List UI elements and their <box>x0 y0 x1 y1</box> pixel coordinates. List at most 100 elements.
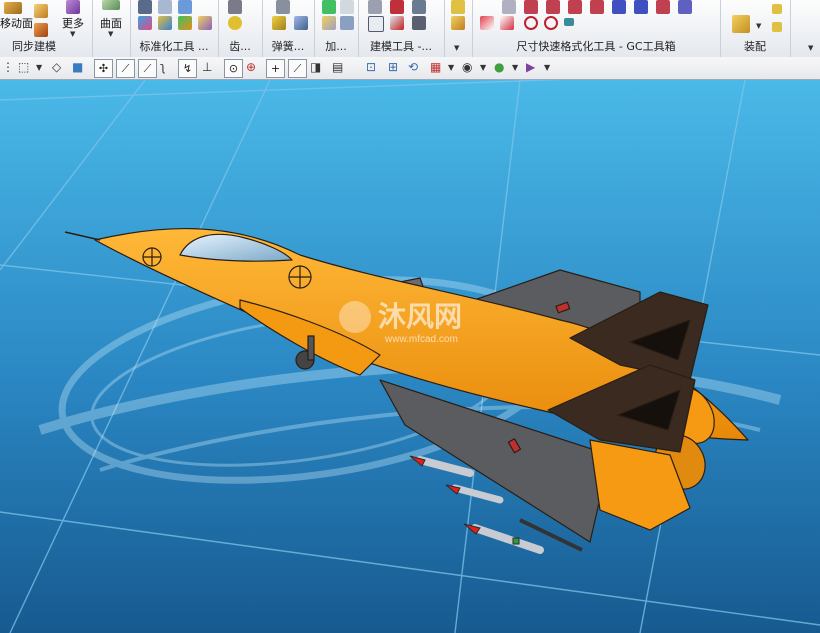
snap-center-icon[interactable]: ⊙ <box>224 59 243 78</box>
snap-perpendicular-icon[interactable]: ⊥ <box>202 60 212 74</box>
ribbon-group-dim: 尺寸快速格式化工具 - GC工具箱 <box>472 0 721 57</box>
std-tool-icon-1[interactable] <box>138 0 152 14</box>
move-face-button[interactable]: 移动面 <box>0 15 33 31</box>
diameter-icon[interactable] <box>524 16 538 30</box>
gear-shape-icon[interactable] <box>228 16 242 30</box>
render-style-icon[interactable]: ◉ <box>462 60 472 74</box>
std-tool-icon-4[interactable] <box>138 16 152 30</box>
std-tool-icon-6[interactable] <box>178 16 192 30</box>
gear-tool-icon[interactable] <box>228 0 242 14</box>
snap-intersect-icon[interactable]: ↯ <box>178 59 197 78</box>
select-solid-icon[interactable]: ■ <box>72 60 83 74</box>
add-icon-2[interactable] <box>340 0 354 14</box>
dim-icon-2[interactable] <box>524 0 538 14</box>
fit-view-icon[interactable]: ⊡ <box>366 60 376 74</box>
add-icon-3[interactable] <box>322 16 336 30</box>
replace-face-icon[interactable] <box>34 23 48 37</box>
dim-icon-4[interactable] <box>568 0 582 14</box>
work-layer-icon[interactable]: ▶ <box>526 60 535 74</box>
spring-icon-2[interactable] <box>272 16 286 30</box>
assembly-icon-3[interactable] <box>772 22 782 32</box>
rotate-view-icon[interactable]: ⟲ <box>408 60 418 74</box>
std-tool-icon-7[interactable] <box>198 16 212 30</box>
ribbon-group-build: 建模工具 -... <box>358 0 445 57</box>
dim-icon-9[interactable] <box>678 0 692 14</box>
dim-icon-7[interactable] <box>634 0 648 14</box>
more-button[interactable]: 更多 <box>62 15 84 31</box>
assembly-dropdown-icon[interactable]: ▼ <box>756 22 761 30</box>
render-dropdown-icon[interactable]: ▼ <box>480 63 486 72</box>
snap-existing-point-icon[interactable]: + <box>266 59 285 78</box>
build-icon-6[interactable] <box>412 16 426 30</box>
select-faces-icon[interactable]: ◇ <box>52 60 61 74</box>
background-dropdown-icon[interactable]: ▼ <box>512 63 518 72</box>
std-tool-icon-3[interactable] <box>178 0 192 14</box>
snap-bounded-icon[interactable]: ▤ <box>332 60 343 74</box>
selection-toolbar: ⋮ ⬚ ▼ ◇ ■ ✣ ⟋ ⟋ ʅ ↯ ⊥ ⊙ ⊕ + ⟋ ◨ ▤ ⊡ ⊞ ⟲ … <box>0 57 820 80</box>
move-face-icon[interactable] <box>4 2 22 14</box>
spring-icon-1[interactable] <box>276 0 290 14</box>
zoom-icon[interactable]: ⊞ <box>388 60 398 74</box>
std-tool-icon-5[interactable] <box>158 16 172 30</box>
snap-mid-icon[interactable]: ⟋ <box>138 59 157 78</box>
build-icon-4[interactable] <box>368 16 384 32</box>
extra-icon-1[interactable] <box>451 0 465 14</box>
work-layer-dropdown-icon[interactable]: ▼ <box>544 63 550 72</box>
assembly-icon-2[interactable] <box>772 4 782 14</box>
group-label-sync: 同步建模 <box>12 40 56 53</box>
orient-dropdown-icon[interactable]: ▼ <box>448 63 454 72</box>
linear-dim-icon[interactable] <box>480 16 494 30</box>
group-label-add: 加... <box>325 40 347 53</box>
watermark-logo-icon <box>339 301 371 333</box>
assembly-component-icon[interactable] <box>732 15 750 33</box>
angle-dim-icon[interactable] <box>500 16 514 30</box>
dim-icon-8[interactable] <box>656 0 670 14</box>
ribbon-overflow-icon[interactable]: ▼ <box>808 44 813 52</box>
build-icon-5[interactable] <box>390 16 404 30</box>
ribbon-group-add: 加... <box>314 0 359 57</box>
surface-button[interactable]: 曲面 <box>100 15 122 31</box>
group-label-asm: 装配 <box>744 40 766 53</box>
more-icon[interactable] <box>66 0 80 14</box>
select-rectangle-icon[interactable]: ⬚ <box>18 60 29 74</box>
snap-point-icon[interactable]: ✣ <box>94 59 113 78</box>
dim-icon-1[interactable] <box>502 0 516 14</box>
group-label-build: 建模工具 -... <box>370 40 432 53</box>
dim-icon-3[interactable] <box>546 0 560 14</box>
background-icon[interactable]: ● <box>494 60 504 74</box>
radius-icon[interactable] <box>544 16 558 30</box>
ribbon-group-sync: 移动面 更多 ▼ 同步建模 <box>0 0 93 57</box>
dim-icon-6[interactable] <box>612 0 626 14</box>
build-icon-1[interactable] <box>368 0 382 14</box>
surface-icon[interactable] <box>102 0 120 10</box>
spring-icon-3[interactable] <box>294 16 308 30</box>
watermark-url: www.mfcad.com <box>384 334 458 345</box>
snap-curve-icon[interactable]: ʅ <box>160 60 166 74</box>
group-label-std: 标准化工具 ... <box>139 40 209 53</box>
std-tool-icon-2[interactable] <box>158 0 172 14</box>
dim-icon-5[interactable] <box>590 0 604 14</box>
build-icon-2[interactable] <box>390 0 404 14</box>
build-icon-3[interactable] <box>412 0 426 14</box>
orient-view-icon[interactable]: ▦ <box>430 60 441 74</box>
surface-dropdown-icon[interactable]: ▼ <box>108 30 113 38</box>
roundel-fuselage <box>288 265 312 289</box>
graphics-viewport[interactable]: 沐风网 www.mfcad.com <box>0 80 820 633</box>
snap-end-icon[interactable]: ⟋ <box>116 59 135 78</box>
extra-icon-2[interactable] <box>451 16 465 30</box>
snap-quadrant-icon[interactable]: ⊕ <box>246 60 256 74</box>
more-dropdown-icon[interactable]: ▼ <box>70 30 75 38</box>
offset-face-icon[interactable] <box>34 4 48 18</box>
add-icon-4[interactable] <box>340 16 354 30</box>
snap-on-face-icon[interactable]: ◨ <box>310 60 321 74</box>
ribbon-group-surface: 曲面 ▼ <box>92 0 131 57</box>
ribbon-group-std: 标准化工具 ... <box>130 0 219 57</box>
undo-arrow-icon[interactable] <box>564 18 574 26</box>
select-dropdown-icon[interactable]: ▼ <box>36 63 42 72</box>
ribbon-group-extra: ▼ <box>444 0 473 57</box>
group-label-spring: 弹簧... <box>271 40 305 53</box>
extra-dropdown-icon[interactable]: ▼ <box>454 44 459 52</box>
snap-on-curve-icon[interactable]: ⟋ <box>288 59 307 78</box>
add-icon-1[interactable] <box>322 0 336 14</box>
watermark-title: 沐风网 <box>378 301 462 332</box>
